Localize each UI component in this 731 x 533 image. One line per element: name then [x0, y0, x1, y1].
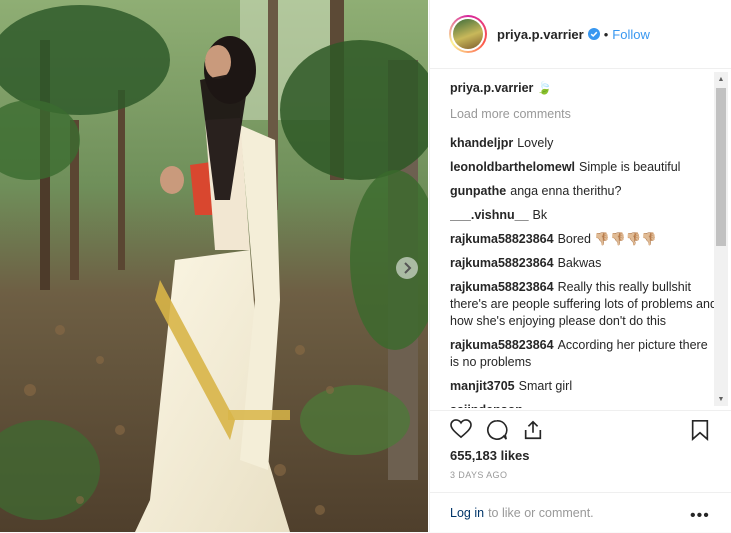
- comment-row: rajkuma58823864 Bakwas: [450, 255, 718, 272]
- avatar-ring: [451, 17, 485, 51]
- footer-bar: Log in to like or comment. •••: [430, 492, 731, 533]
- post-photo[interactable]: [0, 0, 428, 532]
- comment-username[interactable]: manjit3705: [450, 379, 515, 393]
- comment-username[interactable]: rajkuma58823864: [450, 280, 554, 294]
- caption-text: 🍃: [536, 81, 553, 95]
- avatar-image: [453, 19, 483, 49]
- comment-text: .: [527, 403, 530, 408]
- comment-button[interactable]: [486, 419, 508, 446]
- comment-username[interactable]: leonoldbarthelomewl: [450, 160, 575, 174]
- instagram-post-window: priya.p.varrier • Follow priya.p.varrier…: [0, 0, 731, 532]
- header-username[interactable]: priya.p.varrier: [497, 27, 584, 42]
- comment-text: Bored 👎🏼👎🏼👎🏼👎🏼: [557, 232, 657, 246]
- comment-text: Lovely: [517, 136, 554, 150]
- comment-row: rajkuma58823864 Bored 👎🏼👎🏼👎🏼👎🏼: [450, 231, 718, 248]
- likes-count[interactable]: 655,183 likes: [450, 448, 530, 463]
- heart-icon: [450, 419, 472, 439]
- like-button[interactable]: [450, 419, 472, 444]
- comment-row: sajindenson.: [450, 402, 718, 408]
- comment-username[interactable]: rajkuma58823864: [450, 256, 554, 270]
- comment-text: Bakwas: [557, 256, 602, 270]
- comment-username[interactable]: rajkuma58823864: [450, 338, 554, 352]
- comment-row: khandeljpr Lovely: [450, 135, 718, 152]
- comment-text: Bk: [532, 208, 548, 222]
- comments-list: priya.p.varrier 🍃 Load more comments kha…: [450, 78, 718, 408]
- comment-username[interactable]: sajindenson: [450, 403, 523, 408]
- comments-container: khandeljpr Lovely leonoldbarthelomewl Simpl…: [450, 135, 718, 408]
- follow-button[interactable]: Follow: [612, 27, 650, 42]
- share-button[interactable]: [522, 419, 544, 446]
- comment-text: Smart girl: [518, 379, 573, 393]
- login-link[interactable]: Log in: [450, 506, 484, 520]
- post-sidebar: priya.p.varrier • Follow priya.p.varrier…: [429, 0, 731, 532]
- verified-badge-icon: [587, 28, 600, 40]
- comment-username[interactable]: khandeljpr: [450, 136, 513, 150]
- comment-row: rajkuma58823864 According her picture the…: [450, 337, 718, 371]
- scroll-up-arrow-icon[interactable]: ▲: [714, 72, 728, 86]
- comment-icon: [487, 420, 508, 440]
- forest-photo-illustration: [0, 0, 428, 532]
- more-options-button[interactable]: •••: [690, 507, 710, 525]
- separator-dot: •: [603, 26, 609, 42]
- comment-username[interactable]: ___.vishnu__: [450, 208, 529, 222]
- scroll-thumb[interactable]: [716, 88, 726, 246]
- comment-username[interactable]: rajkuma58823864: [450, 232, 554, 246]
- comment-row: gunpathe anga enna therithu?: [450, 183, 718, 200]
- login-prompt-text: to like or comment.: [488, 506, 594, 520]
- share-icon: [524, 420, 542, 440]
- comment-text: Simple is beautiful: [579, 160, 681, 174]
- load-more-comments-button[interactable]: Load more comments: [450, 106, 718, 123]
- bookmark-icon: [691, 420, 709, 441]
- caption-username[interactable]: priya.p.varrier: [450, 81, 533, 95]
- chevron-right-icon: [404, 262, 412, 274]
- comment-row: leonoldbarthelomewl Simple is beautiful: [450, 159, 718, 176]
- scroll-down-arrow-icon[interactable]: ▼: [714, 392, 728, 406]
- comment-username[interactable]: gunpathe: [450, 184, 506, 198]
- comment-row: ___.vishnu__ Bk: [450, 207, 718, 224]
- next-photo-button[interactable]: [396, 257, 418, 279]
- comment-row: manjit3705 Smart girl: [450, 378, 718, 395]
- comment-row: rajkuma58823864 Really this really bullsh…: [450, 279, 718, 330]
- comment-text: anga enna therithu?: [510, 184, 622, 198]
- action-bar: [430, 410, 731, 449]
- save-button[interactable]: [690, 419, 710, 446]
- post-timestamp: 3 DAYS AGO: [450, 470, 508, 480]
- comments-scrollbar[interactable]: ▲ ▼: [714, 72, 728, 406]
- post-header: priya.p.varrier • Follow: [430, 0, 731, 69]
- caption: priya.p.varrier 🍃: [450, 80, 718, 97]
- avatar[interactable]: [449, 15, 487, 53]
